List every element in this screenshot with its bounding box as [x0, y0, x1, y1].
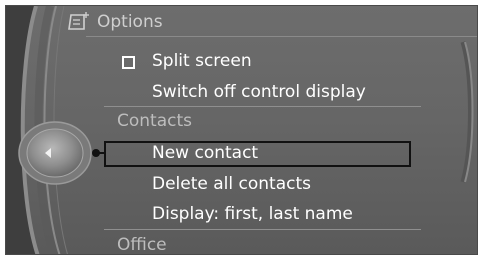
section-divider: [104, 229, 421, 230]
controller-knob-icon[interactable]: [11, 119, 93, 187]
menu-item-delete-all-contacts[interactable]: Delete all contacts: [152, 173, 311, 195]
menu-item-switch-off-display[interactable]: Switch off control display: [152, 81, 366, 103]
section-divider: [104, 106, 421, 107]
menu-item-split-screen[interactable]: Split screen: [152, 50, 252, 72]
header-divider: [86, 36, 477, 37]
options-list-icon: [68, 12, 89, 30]
idrive-screen: Options Split screen Switch off control …: [5, 5, 478, 255]
menu-item-new-contact[interactable]: New contact: [152, 142, 258, 164]
page-title: Options: [97, 12, 163, 32]
selection-pointer-dot: [92, 149, 100, 157]
split-screen-checkbox[interactable]: [122, 56, 135, 69]
section-header-contacts: Contacts: [117, 111, 192, 131]
section-header-office: Office: [117, 235, 167, 255]
menu-item-display-name[interactable]: Display: first, last name: [152, 203, 353, 225]
scrollbar[interactable]: [459, 36, 478, 186]
